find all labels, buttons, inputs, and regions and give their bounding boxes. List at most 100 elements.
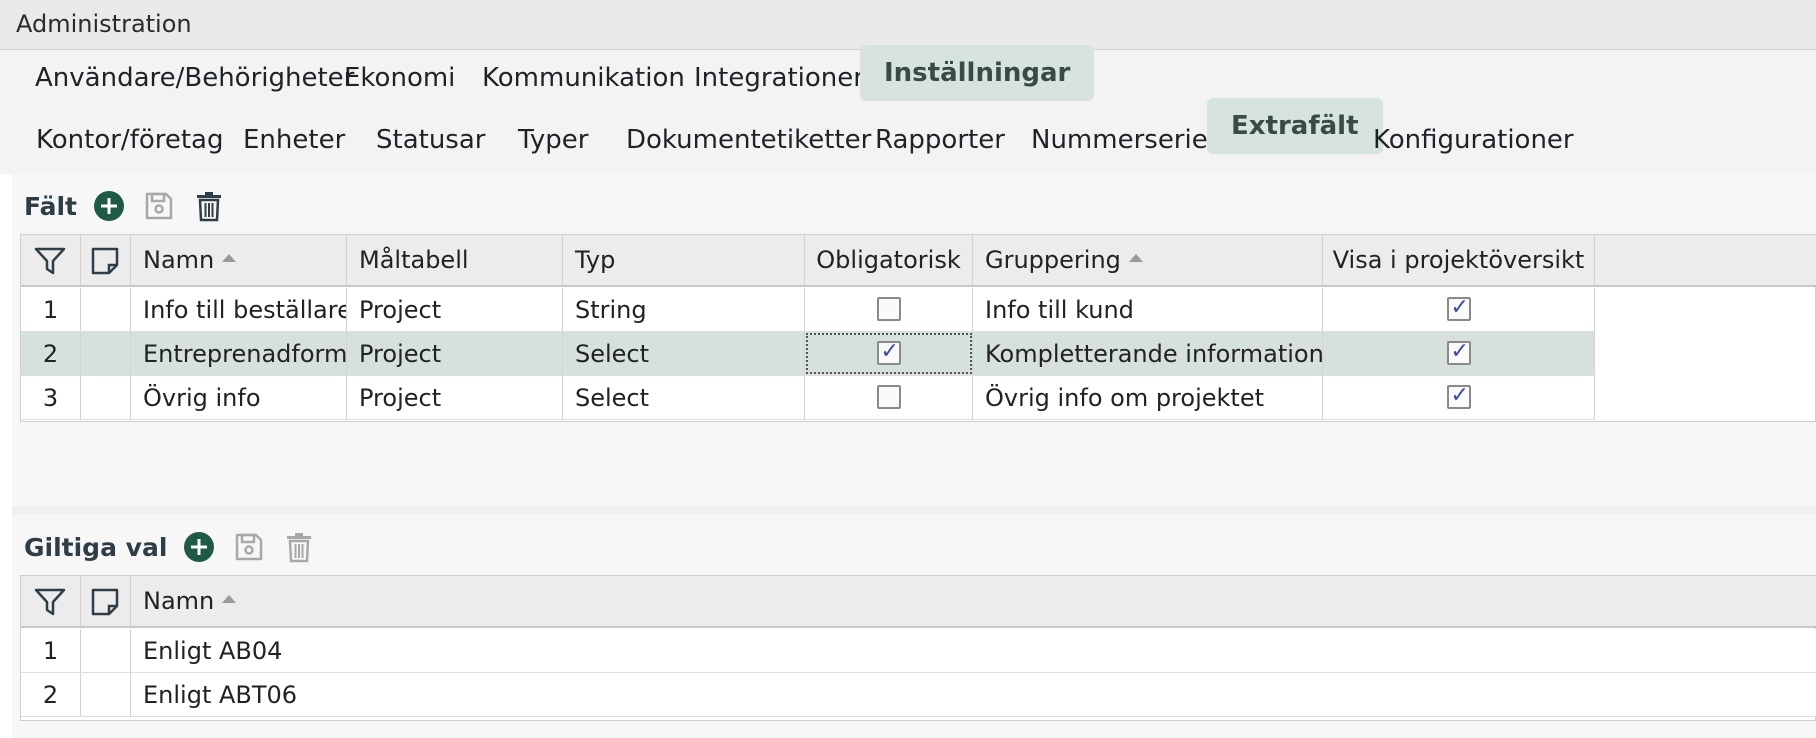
table-row[interactable]: 1 Enligt AB04 [21, 629, 1816, 673]
checkbox[interactable] [876, 385, 901, 409]
trash-icon [197, 192, 222, 222]
row-number[interactable]: 1 [21, 629, 81, 672]
sort-ascending-icon [222, 595, 237, 603]
note-column-button[interactable] [81, 576, 131, 626]
filter-icon [34, 588, 66, 616]
cell-maltabell[interactable]: Project [347, 288, 563, 331]
cell-typ[interactable]: String [563, 288, 805, 331]
table-row[interactable]: 2 Enligt ABT06 [21, 673, 1816, 717]
row-note-cell[interactable] [81, 673, 131, 716]
cell-namn[interactable]: Entreprenadform [131, 332, 347, 375]
cell-gruppering[interactable]: Info till kund [973, 288, 1323, 331]
column-label-namn: Namn [143, 587, 215, 615]
column-header-typ[interactable]: Typ [563, 235, 805, 285]
row-note-cell[interactable] [81, 376, 131, 419]
cell-namn[interactable]: Info till beställare [131, 288, 347, 331]
add-icon [184, 532, 215, 562]
row-number[interactable]: 2 [21, 332, 81, 375]
column-label-obligatorisk: Obligatorisk [816, 246, 961, 274]
tab-statusar[interactable]: Statusar [352, 112, 509, 168]
filter-column-button[interactable] [21, 576, 81, 626]
cell-visa-i-projektoversikt [1323, 332, 1595, 375]
note-icon [91, 247, 119, 275]
tab-kontor-foretag[interactable]: Kontor/företag [12, 112, 248, 168]
cell-maltabell[interactable]: Project [347, 332, 563, 375]
column-label-typ: Typ [575, 246, 616, 274]
checkbox[interactable] [1446, 383, 1471, 409]
save-icon [145, 192, 173, 220]
cell-obligatorisk [805, 332, 973, 375]
sub-tab-bar: Kontor/företag Enheter Statusar Typer Do… [0, 98, 1816, 174]
values-toolbar: Giltiga val [24, 527, 331, 567]
save-icon [236, 533, 263, 561]
cell-obligatorisk [805, 376, 973, 419]
tab-rapporter[interactable]: Rapporter [851, 112, 1029, 168]
tab-installningar[interactable]: Inställningar [860, 45, 1095, 101]
table-row[interactable]: 3 Övrig info Project Select Övrig info om pr… [21, 376, 1595, 420]
delete-value-button[interactable] [281, 529, 317, 565]
window-title-bar: Administration [0, 0, 1816, 50]
save-field-button[interactable] [141, 188, 177, 224]
row-number[interactable]: 3 [21, 376, 81, 419]
add-field-button[interactable] [91, 188, 127, 224]
note-column-button[interactable] [81, 235, 131, 285]
table-row[interactable]: 1 Info till beställare Project String Info t… [21, 288, 1595, 332]
filter-icon [34, 247, 66, 275]
add-value-button[interactable] [181, 529, 217, 565]
column-header-gruppering[interactable]: Gruppering [973, 235, 1323, 285]
row-note-cell[interactable] [81, 288, 131, 331]
column-header-namn[interactable]: Namn [131, 235, 347, 285]
column-header-obligatorisk[interactable]: Obligatorisk [805, 235, 973, 285]
cell-visa-i-projektoversikt [1323, 288, 1595, 331]
cell-namn[interactable]: Enligt AB04 [131, 629, 1816, 672]
column-label-gruppering: Gruppering [985, 246, 1121, 274]
column-header-namn[interactable]: Namn [131, 576, 1816, 626]
column-header-maltabell[interactable]: Måltabell [347, 235, 563, 285]
cell-gruppering[interactable]: Övrig info om projektet [973, 376, 1323, 419]
fields-toolbar: Fält [24, 186, 241, 226]
checkbox[interactable] [876, 297, 901, 321]
save-value-button[interactable] [231, 529, 267, 565]
fields-grid-header: Namn Måltabell Typ Obligatorisk Grupperi… [21, 235, 1816, 287]
cell-visa-i-projektoversikt [1323, 376, 1595, 419]
checkbox[interactable] [1446, 295, 1471, 321]
row-note-cell[interactable] [81, 629, 131, 672]
fields-grid: Namn Måltabell Typ Obligatorisk Grupperi… [20, 234, 1816, 422]
values-grid-header: Namn [21, 576, 1816, 628]
note-icon [91, 588, 119, 616]
row-number[interactable]: 2 [21, 673, 81, 716]
column-label-maltabell: Måltabell [359, 246, 469, 274]
cell-namn[interactable]: Enligt ABT06 [131, 673, 1816, 716]
section-divider [12, 506, 1816, 514]
sort-ascending-icon [1128, 254, 1143, 262]
column-label-visa: Visa i projektöversikt [1332, 246, 1585, 274]
cell-maltabell[interactable]: Project [347, 376, 563, 419]
sort-ascending-icon [222, 254, 237, 262]
column-header-visa-i-projektoversikt[interactable]: Visa i projektöversikt [1323, 235, 1595, 285]
column-label-namn: Namn [143, 246, 215, 274]
cell-gruppering[interactable]: Kompletterande information [973, 332, 1323, 375]
add-icon [94, 191, 125, 221]
row-note-cell[interactable] [81, 332, 131, 375]
tab-enheter[interactable]: Enheter [219, 112, 369, 168]
delete-field-button[interactable] [191, 188, 227, 224]
fields-title: Fält [24, 191, 78, 221]
tab-konfigurationer[interactable]: Konfigurationer [1349, 112, 1598, 168]
window-title: Administration [16, 10, 192, 38]
tab-integrationer[interactable]: Integrationer [670, 50, 888, 106]
tab-typer[interactable]: Typer [494, 112, 612, 168]
cell-typ[interactable]: Select [563, 332, 805, 375]
checkbox[interactable] [1446, 339, 1471, 365]
values-grid: Namn 1 Enligt AB04 2 Enligt ABT06 [20, 575, 1816, 721]
cell-obligatorisk [805, 288, 973, 331]
values-title: Giltiga val [24, 532, 168, 562]
filter-column-button[interactable] [21, 235, 81, 285]
trash-icon [287, 533, 312, 563]
checkbox[interactable] [876, 339, 901, 365]
cell-typ[interactable]: Select [563, 376, 805, 419]
table-row[interactable]: 2 EntreprenadformProjectSelect Komplettera… [21, 332, 1595, 376]
main-tab-bar: Användare/Behörigheter Ekonomi Kommunika… [0, 45, 1816, 112]
cell-namn[interactable]: Övrig info [131, 376, 347, 419]
tab-ekonomi[interactable]: Ekonomi [320, 50, 479, 106]
row-number[interactable]: 1 [21, 288, 81, 331]
